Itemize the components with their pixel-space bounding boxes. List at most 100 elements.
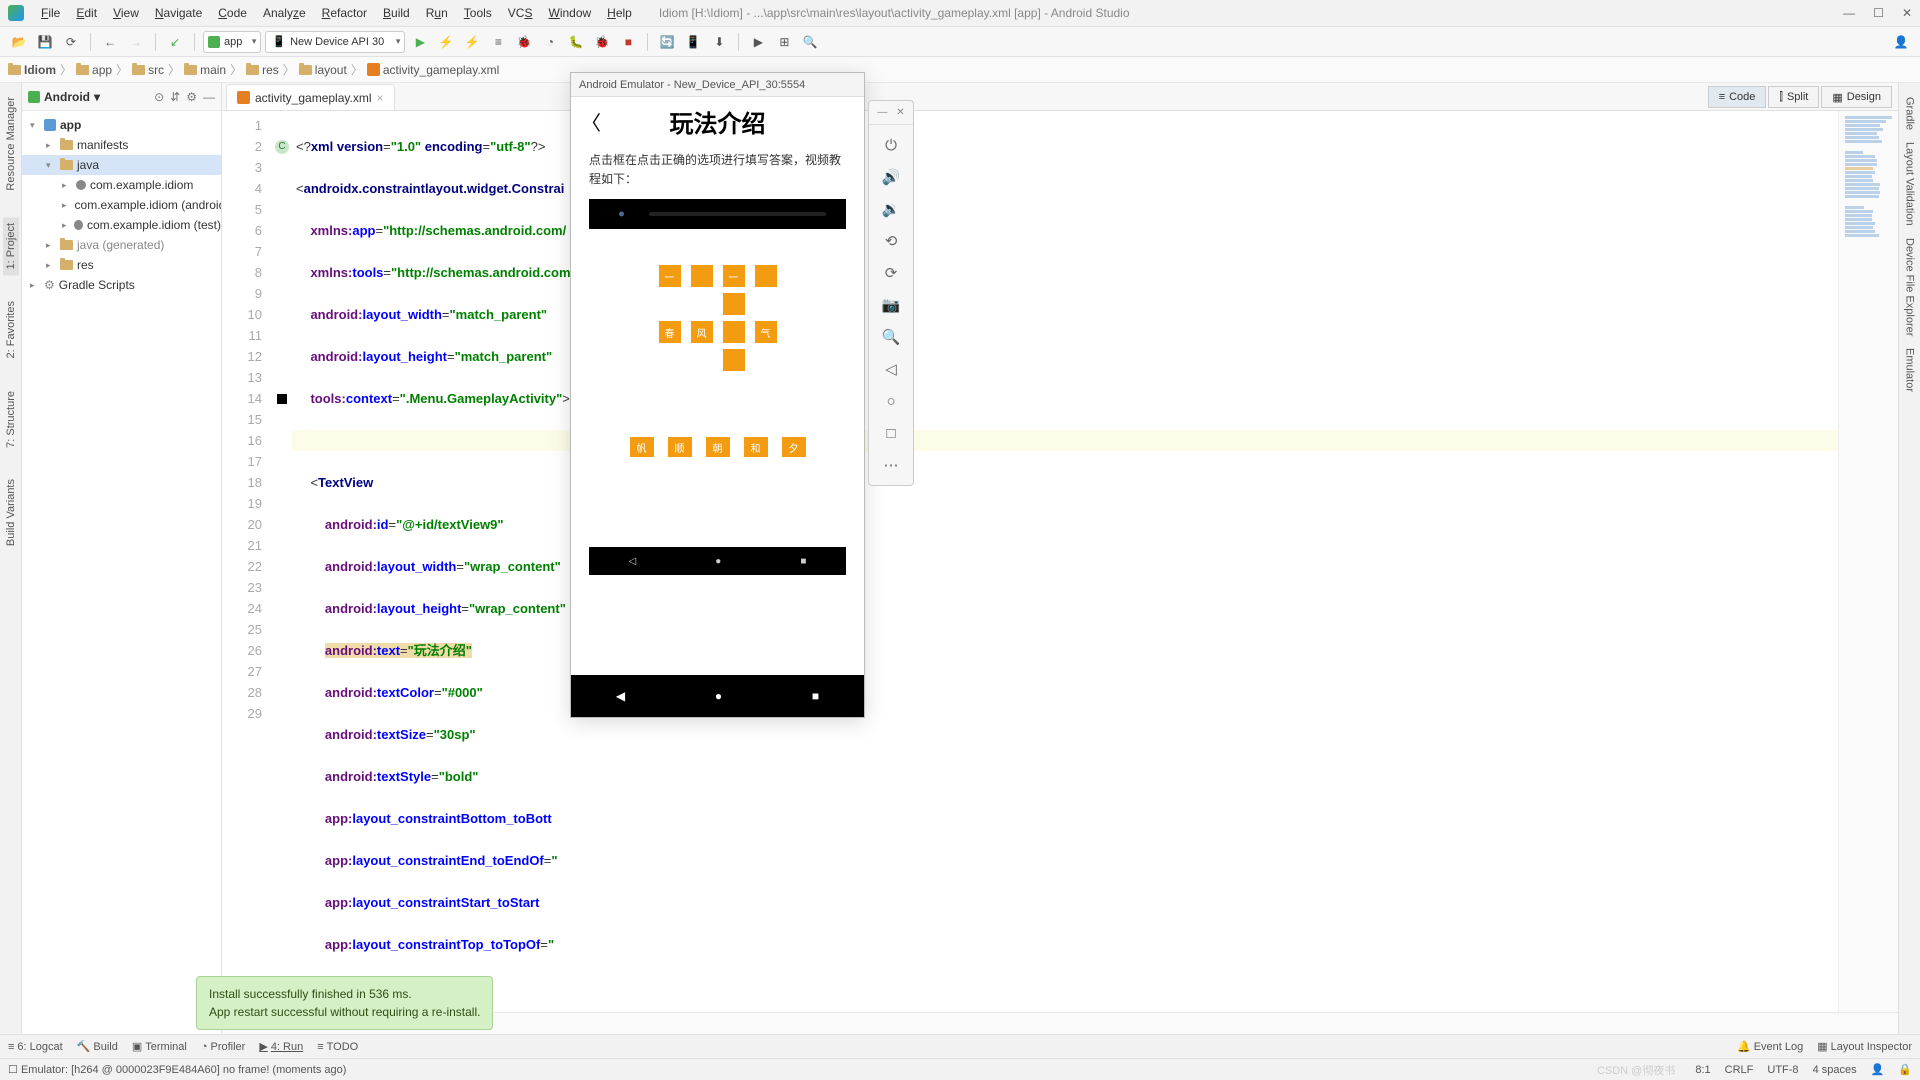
- emu-grid-cell[interactable]: 一: [723, 265, 745, 287]
- emu-grid-cell[interactable]: [723, 349, 745, 371]
- emu-home-button[interactable]: ○: [869, 385, 913, 417]
- status-line-sep[interactable]: CRLF: [1725, 1064, 1754, 1076]
- sync-gradle-button[interactable]: 🔄: [656, 31, 678, 53]
- class-icon[interactable]: C: [275, 140, 289, 154]
- tab-device-file-explorer[interactable]: Device File Explorer: [1902, 232, 1918, 342]
- emu-volume-down-icon[interactable]: 🔉: [869, 193, 913, 225]
- save-button[interactable]: 💾: [34, 31, 56, 53]
- crumb-main[interactable]: main: [184, 63, 226, 77]
- maximize-icon[interactable]: ☐: [1873, 6, 1884, 20]
- color-swatch-icon[interactable]: [277, 394, 287, 404]
- code-editor[interactable]: <?xml version="1.0" encoding="utf-8"?> <…: [292, 111, 1838, 1012]
- project-hide-icon[interactable]: —: [203, 90, 215, 104]
- menu-code[interactable]: Code: [211, 4, 254, 22]
- open-button[interactable]: 📂: [8, 31, 30, 53]
- tree-node-res[interactable]: ▸res: [22, 255, 221, 275]
- run-button[interactable]: ▶: [409, 31, 431, 53]
- emu-choice-cell[interactable]: 朝: [706, 437, 730, 457]
- minimize-icon[interactable]: —: [1843, 6, 1855, 20]
- emu-minimize-icon[interactable]: —: [877, 107, 887, 118]
- menu-analyze[interactable]: Analyze: [256, 4, 313, 22]
- tree-node-gradle[interactable]: ▸⚙Gradle Scripts: [22, 275, 221, 295]
- tab-project[interactable]: 1: Project: [3, 217, 19, 275]
- emu-system-navbar[interactable]: ◀ ● ■: [571, 675, 864, 717]
- tree-node-pkg2[interactable]: ▸com.example.idiom (androidTest): [22, 195, 221, 215]
- sdk-manager-button[interactable]: ⬇: [708, 31, 730, 53]
- emu-grid-cell[interactable]: [691, 265, 713, 287]
- emu-back-icon[interactable]: 〈: [581, 107, 601, 136]
- emu-grid-cell[interactable]: [723, 293, 745, 315]
- tw-logcat[interactable]: ≡ 6: Logcat: [8, 1041, 63, 1053]
- profile-button[interactable]: ◔: [539, 31, 561, 53]
- emu-screenshot-icon[interactable]: 📷: [869, 289, 913, 321]
- coverage-button[interactable]: ≡: [487, 31, 509, 53]
- device-select[interactable]: New Device API 30: [265, 31, 405, 53]
- project-view-select[interactable]: Android ▾: [28, 90, 100, 104]
- menu-help[interactable]: Help: [600, 4, 639, 22]
- tab-structure[interactable]: 7: Structure: [3, 385, 19, 454]
- menu-file[interactable]: File: [34, 4, 67, 22]
- menu-tools[interactable]: Tools: [457, 4, 499, 22]
- emu-video-placeholder[interactable]: [589, 199, 846, 229]
- emu-close-icon[interactable]: ✕: [896, 107, 904, 118]
- crumb-res[interactable]: res: [246, 63, 279, 77]
- project-tree[interactable]: ▾app ▸manifests ▾java ▸com.example.idiom…: [22, 111, 221, 1034]
- run-config-select[interactable]: app: [203, 31, 261, 53]
- menu-build[interactable]: Build: [376, 4, 417, 22]
- sync-button[interactable]: ⟳: [60, 31, 82, 53]
- emu-grid-cell[interactable]: 气: [755, 321, 777, 343]
- emu-rotate-right-icon[interactable]: ⟳: [869, 257, 913, 289]
- editor-minimap[interactable]: [1838, 111, 1898, 1012]
- emu-grid-cell[interactable]: [723, 321, 745, 343]
- assistant-button[interactable]: 👤: [1890, 31, 1912, 53]
- crumb-file[interactable]: activity_gameplay.xml: [367, 63, 499, 77]
- menu-refactor[interactable]: Refactor: [315, 4, 374, 22]
- emu-grid-cell[interactable]: 风: [691, 321, 713, 343]
- emu-choice-cell[interactable]: 夕: [782, 437, 806, 457]
- status-lock-icon[interactable]: 🔒: [1898, 1063, 1912, 1076]
- tw-layout-inspector[interactable]: ▦ Layout Inspector: [1817, 1040, 1912, 1053]
- menu-navigate[interactable]: Navigate: [148, 4, 209, 22]
- view-split-button[interactable]: ⫿ Split: [1768, 86, 1819, 108]
- status-encoding[interactable]: UTF-8: [1767, 1064, 1798, 1076]
- tw-terminal[interactable]: ▣ Terminal: [132, 1040, 187, 1053]
- emu-choice-cell[interactable]: 和: [744, 437, 768, 457]
- notification-balloon[interactable]: Install successfully finished in 536 ms.…: [196, 976, 493, 1030]
- project-settings-icon[interactable]: ⚙: [186, 90, 197, 104]
- tw-build[interactable]: 🔨 Build: [77, 1040, 118, 1053]
- tab-gradle[interactable]: Gradle: [1902, 91, 1918, 136]
- menu-vcs[interactable]: VCS: [501, 4, 540, 22]
- tree-node-app[interactable]: ▾app: [22, 115, 221, 135]
- emu-rotate-left-icon[interactable]: ⟲: [869, 225, 913, 257]
- stop-button[interactable]: ■: [617, 31, 639, 53]
- tw-run[interactable]: ▶ 4: Run: [259, 1040, 303, 1053]
- project-structure-button[interactable]: ⊞: [773, 31, 795, 53]
- sys-recent-icon[interactable]: ■: [812, 689, 819, 703]
- emu-choice-cell[interactable]: 顺: [668, 437, 692, 457]
- tree-node-manifests[interactable]: ▸manifests: [22, 135, 221, 155]
- emu-power-icon[interactable]: ⏻: [869, 129, 913, 161]
- editor-gutter[interactable]: 1234567891011121314151617181920212223242…: [222, 111, 272, 1012]
- sys-home-icon[interactable]: ●: [715, 689, 722, 703]
- status-caret-pos[interactable]: 8:1: [1695, 1064, 1710, 1076]
- tab-resource-manager[interactable]: Resource Manager: [3, 91, 19, 197]
- tw-todo[interactable]: ≡ TODO: [317, 1041, 358, 1053]
- crumb-idiom[interactable]: Idiom: [8, 63, 56, 77]
- menu-window[interactable]: Window: [541, 4, 598, 22]
- status-indicator-icon[interactable]: ☐: [8, 1063, 18, 1076]
- avd-manager-button[interactable]: 📱: [682, 31, 704, 53]
- tab-layout-validation[interactable]: Layout Validation: [1902, 136, 1918, 232]
- project-collapse-icon[interactable]: ⇵: [170, 90, 180, 104]
- tab-build-variants[interactable]: Build Variants: [3, 473, 19, 552]
- emu-more-icon[interactable]: ⋯: [869, 449, 913, 481]
- attach-debugger-button[interactable]: 🐛: [565, 31, 587, 53]
- emulator-screen[interactable]: 〈 玩法介绍 点击框在点击正确的选项进行填写答案，视频教程如下： 一一春风气 帆…: [571, 97, 864, 717]
- tree-node-pkg1[interactable]: ▸com.example.idiom: [22, 175, 221, 195]
- crumb-app[interactable]: app: [76, 63, 112, 77]
- emu-grid-cell[interactable]: 春: [659, 321, 681, 343]
- crumb-layout[interactable]: layout: [299, 63, 347, 77]
- apply-changes-button[interactable]: ⚡: [435, 31, 457, 53]
- run-anything-button[interactable]: ▶: [747, 31, 769, 53]
- debug-button[interactable]: 🐞: [513, 31, 535, 53]
- emu-back-button[interactable]: ◁: [869, 353, 913, 385]
